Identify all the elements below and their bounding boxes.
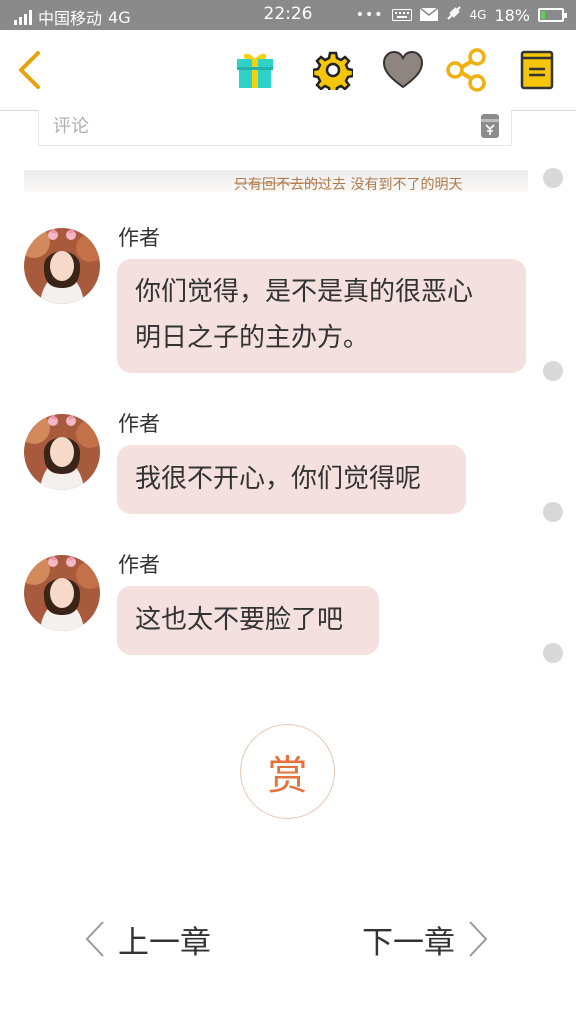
battery-label: 18% [494, 5, 530, 25]
scroll-indicator-dot [543, 502, 563, 522]
message-bubble: 你们觉得，是不是真的很恶心 明日之子的主办方。 [117, 259, 526, 373]
next-chapter-label: 下一章 [362, 924, 455, 961]
prev-chapter-button[interactable]: 上一章 [84, 918, 211, 961]
author-label: 作者 [118, 412, 160, 436]
reader-toolbar [0, 30, 576, 111]
prev-chapter-label: 上一章 [118, 924, 211, 961]
comment-input[interactable] [51, 112, 455, 140]
status-bar: 中国移动 4G 22:26 ••• 4G 18% [0, 0, 576, 30]
comment-box [38, 110, 512, 146]
catalog-button[interactable] [515, 48, 559, 92]
message-line: 我很不开心，你们觉得呢 [135, 464, 422, 494]
chevron-left-icon [19, 51, 40, 89]
author-label: 作者 [118, 553, 160, 577]
settings-button[interactable] [311, 48, 355, 92]
message-line: 明日之子的主办方。 [135, 323, 370, 353]
next-chapter-button[interactable]: 下一章 [362, 918, 489, 961]
gift-button[interactable] [233, 48, 277, 92]
gear-icon [313, 51, 353, 90]
favorite-button[interactable] [381, 48, 425, 92]
scroll-indicator-dot [543, 168, 563, 188]
reward-cup-icon[interactable] [479, 112, 501, 144]
notebook-icon [520, 50, 554, 90]
reward-button[interactable]: 赏 [240, 724, 335, 819]
avatar[interactable] [24, 555, 100, 631]
scroll-indicator-dot [543, 361, 563, 381]
share-icon [446, 48, 486, 92]
gift-icon [237, 53, 273, 88]
network-right-label: 4G [469, 8, 487, 22]
share-button[interactable] [445, 48, 489, 92]
no-data-icon [446, 5, 462, 25]
chevron-left-icon [85, 921, 104, 957]
battery-level [541, 11, 545, 19]
message-bubble: 我很不开心，你们觉得呢 [117, 445, 466, 514]
heart-icon [382, 50, 424, 89]
message-line: 你们觉得，是不是真的很恶心 [135, 277, 474, 307]
more-status-icon: ••• [355, 7, 384, 23]
mail-icon [419, 6, 438, 25]
chapter-banner: 只有回不去的过去 没有到不了的明天 [24, 170, 528, 192]
keyboard-icon [391, 6, 412, 25]
scroll-indicator-dot [543, 643, 563, 663]
message-line: 这也太不要脸了吧 [135, 605, 344, 635]
chapter-page: 中国移动 4G 22:26 ••• 4G 18% 评论 只有回不去的过去 没有到… [0, 0, 576, 1024]
message-bubble: 这也太不要脸了吧 [117, 586, 379, 655]
avatar[interactable] [24, 414, 100, 490]
avatar[interactable] [24, 228, 100, 304]
author-label: 作者 [118, 226, 160, 250]
back-button[interactable] [8, 48, 52, 92]
battery-icon [538, 8, 567, 22]
banner-text: 只有回不去的过去 没有到不了的明天 [234, 177, 463, 192]
chevron-right-icon [469, 921, 488, 957]
